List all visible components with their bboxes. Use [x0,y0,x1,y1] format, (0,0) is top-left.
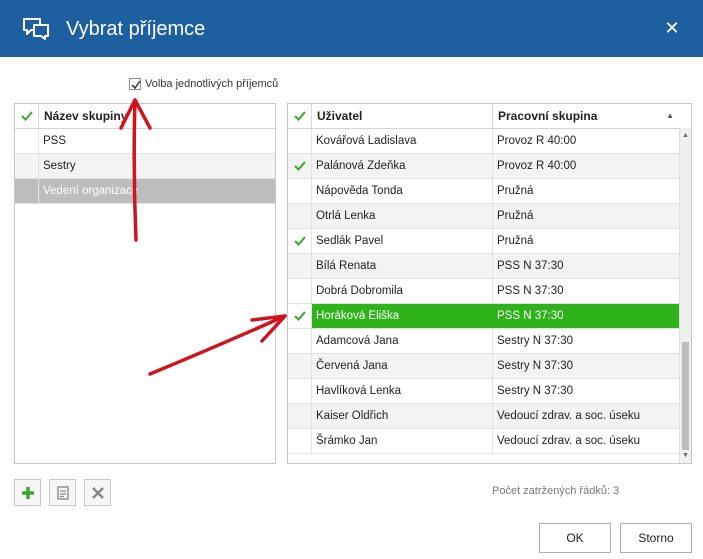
user-name: Horáková Eliška [312,304,493,328]
scroll-up-icon[interactable]: ▲ [680,130,691,142]
user-row-checkbox[interactable] [288,404,312,428]
scroll-down-icon[interactable]: ▼ [680,450,691,462]
user-row[interactable]: Palánová Zdeňka Provoz R 40:00 [288,154,679,179]
group-name: Vedení organizace [43,185,139,197]
edit-icon [56,485,69,500]
user-name: Červená Jana [312,354,493,378]
users-select-all[interactable] [288,104,312,128]
user-row-checkbox[interactable] [288,279,312,303]
column-group-name[interactable]: Název skupiny [39,104,275,128]
delete-button[interactable] [84,479,111,506]
user-name: Nápověda Tonda [312,179,493,203]
user-row-checkbox[interactable] [288,204,312,228]
user-row[interactable]: Kovářová Ladislava Provoz R 40:00 [288,129,679,154]
user-row-checkbox[interactable] [288,429,312,453]
individual-recipients-checkbox[interactable] [129,78,141,90]
user-name: Kovářová Ladislava [312,129,493,153]
group-row[interactable]: Sestry [15,154,275,179]
delete-icon [91,486,104,499]
add-button[interactable] [14,479,41,506]
user-row-checkbox[interactable] [288,379,312,403]
user-row[interactable]: Kaiser Oldřich Vedoucí zdrav. a soc. úsek… [288,404,679,429]
user-name: Havlíková Lenka [312,379,493,403]
group-row-checkbox[interactable] [15,179,39,203]
sort-ascending-icon: ▲ [666,111,674,120]
group-name: PSS [43,135,67,147]
user-work-group: Provoz R 40:00 [497,135,577,147]
user-work-group: Pružná [497,210,534,222]
individual-recipients-label: Volba jednotlivých příjemců [145,78,279,90]
group-row[interactable]: Vedení organizace [15,179,275,204]
plus-icon [21,486,34,499]
ok-button[interactable]: OK [539,523,611,553]
user-work-group: Vedoucí zdrav. a soc. úseku [497,435,640,447]
edit-button[interactable] [49,479,76,506]
group-row-checkbox[interactable] [15,129,39,153]
user-work-group: Sestry N 37:30 [497,360,574,372]
user-name: Dobrá Dobromila [312,279,493,303]
user-row[interactable]: Bílá Renata PSS N 37:30 [288,254,679,279]
check-icon [294,111,306,121]
user-work-group: Pružná [497,185,534,197]
group-row-checkbox[interactable] [15,154,39,178]
user-row[interactable]: Havlíková Lenka Sestry N 37:30 [288,379,679,404]
user-row-checkbox[interactable] [288,254,312,278]
groups-grid: Název skupiny PSS Sestry Vedení organizace [14,103,276,464]
scroll-thumb[interactable] [682,342,689,450]
users-scrollbar[interactable]: ▲ ▼ [679,128,691,463]
user-work-group: PSS N 37:30 [497,310,564,322]
user-row[interactable]: Horáková Eliška PSS N 37:30 [288,304,679,329]
user-row-checkbox[interactable] [288,229,312,253]
check-icon [294,236,306,246]
user-work-group: PSS N 37:30 [497,285,564,297]
check-icon [294,161,306,171]
user-work-group: PSS N 37:30 [497,260,564,272]
user-row[interactable]: Šrámko Jan Vedoucí zdrav. a soc. úseku [288,429,679,454]
user-row-checkbox[interactable] [288,154,312,178]
user-row-checkbox[interactable] [288,354,312,378]
user-row-checkbox[interactable] [288,304,312,328]
column-work-group[interactable]: Pracovní skupina ▲ [493,104,680,128]
user-name: Sedlák Pavel [312,229,493,253]
user-name: Palánová Zdeňka [312,154,493,178]
user-row-checkbox[interactable] [288,329,312,353]
group-name: Sestry [43,160,76,172]
groups-select-all[interactable] [15,104,39,128]
user-row[interactable]: Adamcová Jana Sestry N 37:30 [288,329,679,354]
users-header: Uživatel Pracovní skupina ▲ [288,104,691,129]
user-name: Bílá Renata [312,254,493,278]
user-row-checkbox[interactable] [288,179,312,203]
chat-icon [23,18,49,40]
groups-header: Název skupiny [15,104,275,129]
title-bar: Vybrat příjemce ✕ [0,0,703,57]
user-work-group: Vedoucí zdrav. a soc. úseku [497,410,640,422]
column-work-group-label: Pracovní skupina [498,109,598,123]
user-name: Adamcová Jana [312,329,493,353]
user-work-group: Sestry N 37:30 [497,335,574,347]
user-row[interactable]: Sedlák Pavel Pružná [288,229,679,254]
check-icon [21,111,33,121]
column-user[interactable]: Uživatel [312,104,493,128]
users-grid: Uživatel Pracovní skupina ▲ Kovářová Lad… [287,103,692,464]
checked-rows-count: Počet zatržených řádků: 3 [492,485,620,497]
user-row[interactable]: Dobrá Dobromila PSS N 37:30 [288,279,679,304]
user-row-checkbox[interactable] [288,129,312,153]
window-title: Vybrat příjemce [66,18,206,40]
group-row[interactable]: PSS [15,129,275,154]
user-row[interactable]: Otrlá Lenka Pružná [288,204,679,229]
check-icon [294,311,306,321]
user-row[interactable]: Červená Jana Sestry N 37:30 [288,354,679,379]
user-row[interactable]: Nápověda Tonda Pružná [288,179,679,204]
cancel-button[interactable]: Storno [620,523,692,553]
user-name: Kaiser Oldřich [312,404,493,428]
individual-recipients-option[interactable]: Volba jednotlivých příjemců [129,76,278,92]
close-icon[interactable]: ✕ [661,17,683,39]
user-work-group: Pružná [497,235,534,247]
user-work-group: Sestry N 37:30 [497,385,574,397]
user-name: Šrámko Jan [312,429,493,453]
user-work-group: Provoz R 40:00 [497,160,577,172]
user-name: Otrlá Lenka [312,204,493,228]
